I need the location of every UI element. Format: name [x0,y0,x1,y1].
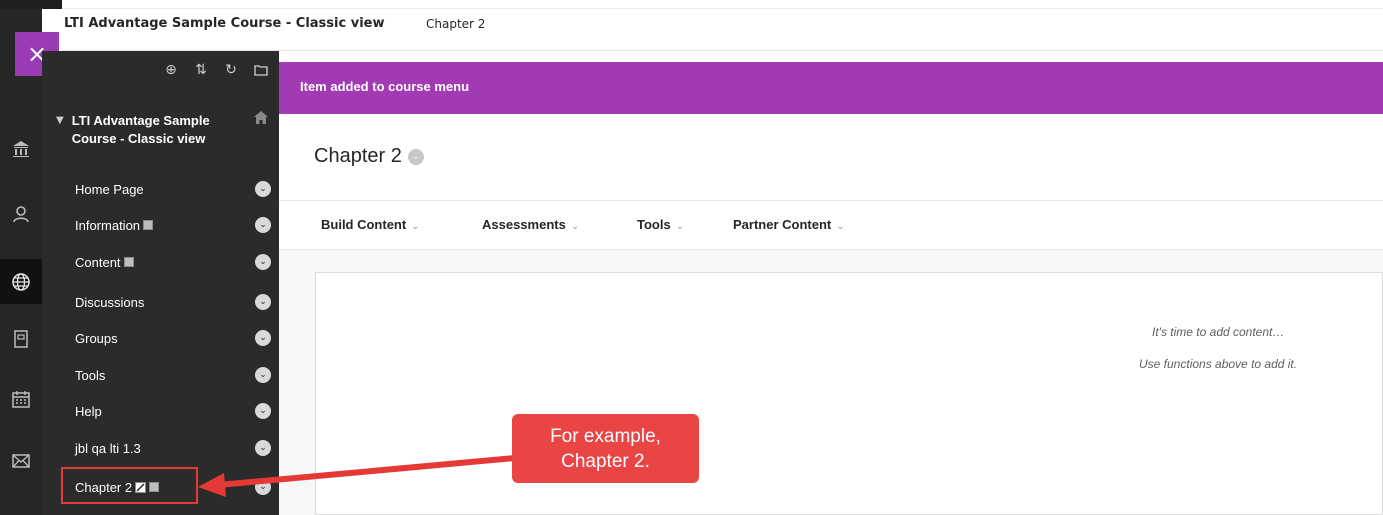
page-options-chevron-icon[interactable]: ⌄ [407,148,424,165]
messages-icon[interactable] [0,441,42,481]
annotation-highlight-box [61,467,198,504]
item-options-chevron-icon[interactable]: ⌄ [255,403,271,419]
build-content-menu[interactable]: Build Content ⌄ [321,217,420,232]
page-title: Chapter 2 ⌄ [314,145,424,168]
tools-menu[interactable]: Tools ⌄ [637,217,684,232]
menu-item-label: Help [75,403,102,419]
course-menu-item-content[interactable]: Content ⌄ [42,244,279,280]
course-menu-item-tools[interactable]: Tools ⌄ [42,357,279,393]
reorder-icon[interactable]: ⇅ [192,61,210,79]
course-menu-toolbar: ⊕ ⇅ ↻ [162,61,270,79]
menu-item-label: Discussions [75,294,145,310]
menu-item-label: Tools [75,367,106,383]
empty-state-line-1: It's time to add content… [1152,325,1285,339]
calendar-icon[interactable] [0,379,42,419]
page-title-text: Chapter 2 [314,145,402,167]
globe-icon[interactable] [0,259,42,304]
menu-item-label: Content [75,255,134,270]
top-strip-dark [0,0,62,9]
add-menu-item-icon[interactable]: ⊕ [162,61,180,79]
menu-item-label: Groups [75,330,118,346]
assessments-menu[interactable]: Assessments ⌄ [482,217,579,232]
partner-content-menu[interactable]: Partner Content ⌄ [733,217,845,232]
item-options-chevron-icon[interactable]: ⌄ [255,294,271,310]
annotation-arrow [198,455,518,497]
annotation-callout: For example, Chapter 2. [512,414,699,483]
course-menu-title: LTI Advantage Sample Course - Classic vi… [71,113,210,146]
menu-item-label: jbl qa lti 1.3 [75,440,141,456]
callout-line-1: For example, [550,425,661,447]
global-nav-rail [0,9,42,515]
home-icon[interactable] [254,111,268,128]
hidden-status-icon [143,220,154,230]
hidden-status-icon [123,257,134,267]
item-options-chevron-icon[interactable]: ⌄ [255,181,271,197]
course-menu-item-help[interactable]: Help ⌄ [42,393,279,429]
folder-view-icon[interactable] [252,61,270,79]
course-menu-item-information[interactable]: Information ⌄ [42,207,279,243]
institution-icon[interactable] [0,129,42,169]
success-banner: Item added to course menu [279,62,1383,114]
top-strip [0,0,1383,9]
profile-icon[interactable] [0,194,42,234]
empty-state-line-2: Use functions above to add it. [1139,357,1298,371]
menu-item-label: Information [75,218,154,233]
course-menu-item-home-page[interactable]: Home Page ⌄ [42,171,279,207]
chevron-down-icon: ⌄ [570,221,580,232]
course-menu-item-groups[interactable]: Groups ⌄ [42,320,279,356]
item-options-chevron-icon[interactable]: ⌄ [255,254,271,270]
callout-line-2: Chapter 2. [561,450,650,472]
refresh-icon[interactable]: ↻ [222,61,240,79]
menu-item-label: Home Page [75,181,144,197]
chevron-down-icon: ⌄ [675,221,685,232]
chevron-down-icon: ⌄ [836,221,845,232]
collapse-caret-icon[interactable]: ▼ [56,115,64,148]
course-menu-header[interactable]: ▼ LTI Advantage Sample Course - Classic … [56,112,256,148]
course-header-bar: LTI Advantage Sample Course - Classic vi… [62,9,1383,51]
item-options-chevron-icon[interactable]: ⌄ [255,217,271,233]
action-bar: Build Content ⌄ Assessments ⌄ Tools ⌄ Partn… [279,200,1383,250]
banner-message: Item added to course menu [300,79,470,94]
course-title-link[interactable]: LTI Advantage Sample Course - Classic vi… [64,16,384,31]
course-menu-item-discussions[interactable]: Discussions ⌄ [42,284,279,320]
item-options-chevron-icon[interactable]: ⌄ [255,367,271,383]
courses-icon[interactable] [0,319,42,359]
item-options-chevron-icon[interactable]: ⌄ [255,330,271,346]
breadcrumb-current: Chapter 2 [426,17,486,31]
chevron-down-icon: ⌄ [411,221,420,232]
